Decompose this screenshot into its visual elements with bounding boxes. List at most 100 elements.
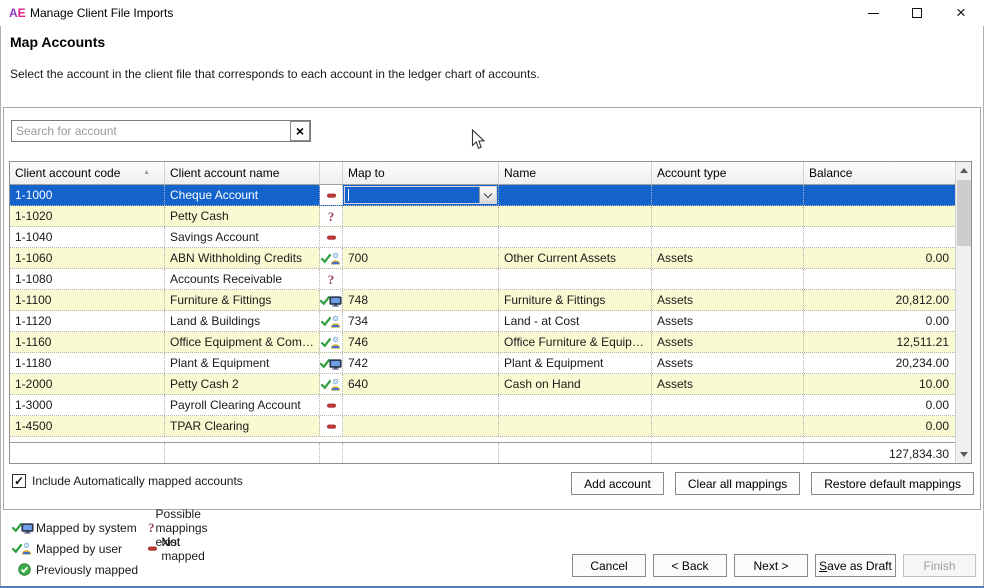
clear-all-mappings-button[interactable]: Clear all mappings [675,472,800,495]
search-box: × [11,120,311,142]
cell-client-account-code: 1-4500 [10,416,165,436]
mapped-by-user-icon [321,252,341,265]
column-header-map-to[interactable]: Map to [343,162,499,184]
include-auto-mapped-option[interactable]: ✓ Include Automatically mapped accounts [12,474,243,488]
cell-balance: 20,234.00 [804,353,957,373]
next-button[interactable]: Next > [734,554,808,577]
cell-client-account-code: 1-2000 [10,374,165,394]
mouse-cursor [471,129,486,154]
cell-account-type [652,185,804,205]
column-header-account-type[interactable]: Account type [652,162,804,184]
table-row[interactable]: 1-2000 Petty Cash 2 640 Cash on Hand Ass… [10,374,971,395]
wizard-footer: Cancel < Back Next > Save as Draft Finis… [0,554,984,578]
table-row[interactable]: 1-1120 Land & Buildings 734 Land - at Co… [10,311,971,332]
cell-map-to: 742 [343,353,499,373]
text-caret [348,189,349,201]
cell-map-to [343,269,499,289]
table-row[interactable]: 1-1020 Petty Cash ? [10,206,971,227]
cell-name: Other Current Assets [499,248,652,268]
save-as-draft-button[interactable]: Save as Draft [815,554,896,577]
cell-name: Office Furniture & Equipment [499,332,652,352]
cell-balance: 0.00 [804,311,957,331]
table-row[interactable]: 1-1160 Office Equipment & Compu... 746 O… [10,332,971,353]
cell-client-account-name: Plant & Equipment [165,353,320,373]
column-header-client-account-code[interactable]: Client account code▲ [10,162,165,184]
cell-client-account-code: 1-1060 [10,248,165,268]
cell-client-account-name: Cheque Account [165,185,320,205]
cell-account-type: Assets [652,248,804,268]
cell-map-to [343,395,499,415]
mapped-by-user-icon [321,378,341,391]
total-balance: 127,834.30 [804,443,957,464]
table-row[interactable]: 1-1060 ABN Withholding Credits 700 Other… [10,248,971,269]
include-auto-label: Include Automatically mapped accounts [32,474,243,488]
maximize-button[interactable] [900,0,934,26]
cell-balance: 10.00 [804,374,957,394]
cell-client-account-code: 1-1040 [10,227,165,247]
cell-client-account-name: Savings Account [165,227,320,247]
cell-name [499,416,652,436]
cell-mapping-status [320,311,343,331]
column-header-status[interactable] [320,162,343,184]
include-auto-checkbox[interactable]: ✓ [12,474,26,488]
cell-client-account-code: 1-1100 [10,290,165,310]
finish-button[interactable]: Finish [903,554,976,577]
close-button[interactable]: × [944,0,978,26]
table-row[interactable]: 1-1180 Plant & Equipment 742 Plant & Equ… [10,353,971,374]
table-row-selected[interactable]: 1-1000 Cheque Account [10,185,971,206]
map-to-combobox[interactable] [344,186,497,204]
cell-balance: 0.00 [804,248,957,268]
cell-name [499,185,652,205]
cell-mapping-status: ? [320,206,343,226]
table-action-buttons: Add account Clear all mappings Restore d… [571,472,974,495]
cell-name: Land - at Cost [499,311,652,331]
mapped-by-user-icon [321,315,341,328]
cell-name: Furniture & Fittings [499,290,652,310]
cell-client-account-name: Furniture & Fittings [165,290,320,310]
title-bar: AE Manage Client File Imports × [0,0,984,26]
cell-map-to [343,227,499,247]
cell-client-account-code: 1-1020 [10,206,165,226]
cell-name: Cash on Hand [499,374,652,394]
column-header-name[interactable]: Name [499,162,652,184]
minimize-button[interactable] [856,0,890,26]
cell-map-to: 734 [343,311,499,331]
cell-client-account-name: Accounts Receivable [165,269,320,289]
cancel-button[interactable]: Cancel [572,554,646,577]
cell-balance: 0.00 [804,395,957,415]
scroll-up-button[interactable] [956,162,972,179]
combo-dropdown-button[interactable] [479,187,496,203]
chevron-down-icon [484,189,492,197]
scrollbar-thumb[interactable] [957,180,971,246]
cell-mapping-status [320,353,343,373]
cell-client-account-code: 1-3000 [10,395,165,415]
cell-map-to [343,206,499,226]
not-mapped-icon [327,191,336,200]
back-button[interactable]: < Back [653,554,727,577]
table-totals-row: 127,834.30 [10,442,971,464]
cell-mapping-status: ? [320,269,343,289]
cell-mapping-status [320,185,343,205]
cell-account-type [652,269,804,289]
cell-balance: 0.00 [804,416,957,436]
cell-account-type [652,206,804,226]
table-row[interactable]: 1-1040 Savings Account [10,227,971,248]
cell-balance [804,206,957,226]
search-input[interactable] [12,121,290,141]
table-row[interactable]: 1-1080 Accounts Receivable ? [10,269,971,290]
column-header-client-account-name[interactable]: Client account name [165,162,320,184]
table-row[interactable]: 1-3000 Payroll Clearing Account 0.00 [10,395,971,416]
checkmark-icon: ✓ [14,475,24,487]
manage-client-file-imports-dialog: AE Manage Client File Imports × Map Acco… [0,0,984,588]
cell-client-account-code: 1-1080 [10,269,165,289]
page-title: Map Accounts [10,34,105,50]
add-account-button[interactable]: Add account [571,472,664,495]
column-header-balance[interactable]: Balance [804,162,957,184]
scroll-down-button[interactable] [956,446,972,463]
table-row[interactable]: 1-4500 TPAR Clearing 0.00 [10,416,971,437]
table-row[interactable]: 1-1100 Furniture & Fittings 748 Furnitur… [10,290,971,311]
clear-search-button[interactable]: × [290,121,310,141]
restore-default-mappings-button[interactable]: Restore default mappings [811,472,974,495]
vertical-scrollbar[interactable] [955,162,971,463]
cell-client-account-code: 1-1120 [10,311,165,331]
